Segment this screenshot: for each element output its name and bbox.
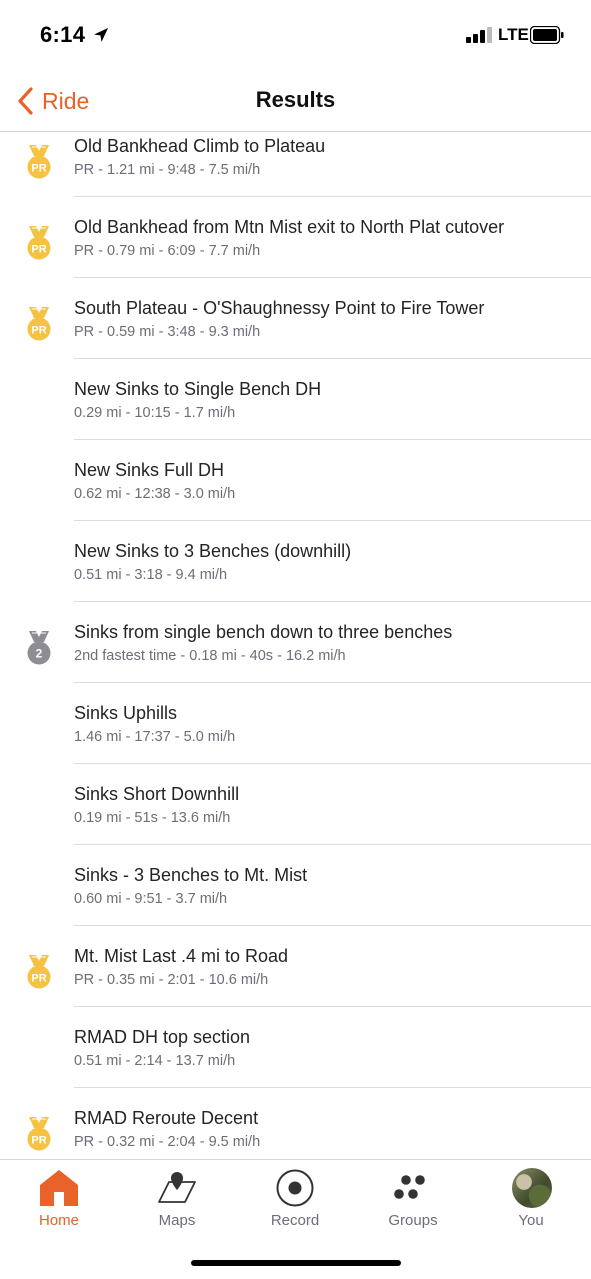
segment-name: Sinks from single bench down to three be…: [74, 622, 453, 642]
navigation-bar: Ride Results: [0, 70, 591, 132]
tab-record-label: Record: [270, 1212, 320, 1229]
segment-row[interactable]: PR Mt. Mist Last .4 mi to Road PR - 0.35 m…: [0, 926, 591, 1007]
svg-text:PR: PR: [31, 325, 46, 337]
record-icon: [276, 1169, 314, 1207]
segment-stats: 0.29 mi - 10:15 - 1.7 mi/h: [74, 405, 236, 421]
segment-name: New Sinks to Single Bench DH: [74, 379, 322, 399]
segment-stats: 0.51 mi - 2:14 - 13.7 mi/h: [74, 1053, 236, 1069]
status-bar: 6:14 LTE: [0, 0, 591, 70]
tab-you[interactable]: You: [481, 1166, 581, 1236]
pr-medal-icon: PR: [27, 226, 51, 260]
segment-name: New Sinks to 3 Benches (downhill): [74, 541, 352, 561]
segment-stats: PR - 0.59 mi - 3:48 - 9.3 mi/h: [74, 324, 261, 340]
location-arrow-icon: [94, 28, 108, 42]
segment-results-list[interactable]: PR Old Bankhead Climb to Plateau PR - 1.21…: [0, 132, 591, 1159]
segment-row[interactable]: 2 Sinks from single bench down to three b…: [0, 602, 591, 683]
tab-maps[interactable]: Maps: [127, 1166, 227, 1236]
segment-name: Old Bankhead from Mtn Mist exit to North…: [74, 217, 505, 237]
segment-row[interactable]: New Sinks to 3 Benches (downhill) 0.51 mi…: [0, 521, 591, 602]
segment-name: Sinks Uphills: [74, 703, 178, 723]
segment-stats: 0.19 mi - 51s - 13.6 mi/h: [74, 810, 231, 826]
segment-row[interactable]: New Sinks Full DH 0.62 mi - 12:38 - 3.0 m…: [0, 440, 591, 521]
home-icon: [40, 1170, 78, 1206]
segment-row[interactable]: Sinks - 3 Benches to Mt. Mist 0.60 mi - 9…: [0, 845, 591, 926]
segment-name: RMAD DH top section: [74, 1027, 251, 1047]
segment-row[interactable]: PR Old Bankhead Climb to Plateau PR - 1.21…: [0, 132, 591, 197]
svg-text:PR: PR: [31, 973, 46, 985]
segment-stats: 0.51 mi - 3:18 - 9.4 mi/h: [74, 567, 228, 583]
tab-record[interactable]: Record: [245, 1166, 345, 1236]
segment-row[interactable]: Sinks Uphills 1.46 mi - 17:37 - 5.0 mi/h: [0, 683, 591, 764]
svg-text:PR: PR: [31, 1135, 46, 1147]
tab-you-label: You: [518, 1212, 544, 1229]
battery-icon: [530, 26, 564, 44]
segment-row[interactable]: RMAD DH top section 0.51 mi - 2:14 - 13.7…: [0, 1007, 591, 1088]
pr-medal-icon: PR: [27, 307, 51, 341]
status-time: 6:14: [40, 22, 86, 47]
segment-row[interactable]: New Sinks to Single Bench DH 0.29 mi - 10…: [0, 359, 591, 440]
segment-stats: PR - 1.21 mi - 9:48 - 7.5 mi/h: [74, 162, 261, 178]
segment-row[interactable]: PR Old Bankhead from Mtn Mist exit to Nor…: [0, 197, 591, 278]
pr-medal-icon: PR: [27, 1117, 51, 1151]
segment-row[interactable]: Sinks Short Downhill 0.19 mi - 51s - 13.6…: [0, 764, 591, 845]
cellular-signal-icon: [466, 27, 492, 43]
segment-name: Mt. Mist Last .4 mi to Road: [74, 946, 289, 966]
maps-icon: [158, 1172, 196, 1203]
tab-maps-label: Maps: [158, 1212, 196, 1229]
pr-medal-icon: PR: [27, 955, 51, 989]
svg-text:PR: PR: [31, 244, 46, 256]
segment-name: South Plateau - O'Shaughnessy Point to F…: [74, 298, 485, 318]
segment-name: Sinks - 3 Benches to Mt. Mist: [74, 865, 308, 885]
groups-icon: [394, 1175, 425, 1199]
silver-medal-icon: 2: [27, 631, 51, 665]
segment-stats: PR - 0.79 mi - 6:09 - 7.7 mi/h: [74, 243, 261, 259]
segment-row[interactable]: PR RMAD Reroute Decent PR - 0.32 mi - 2:04…: [0, 1088, 591, 1159]
segment-row[interactable]: PR South Plateau - O'Shaughnessy Point to…: [0, 278, 591, 359]
network-type: LTE: [498, 25, 529, 44]
svg-text:PR: PR: [31, 163, 46, 175]
segment-name: Old Bankhead Climb to Plateau: [74, 136, 326, 156]
segment-stats: 0.60 mi - 9:51 - 3.7 mi/h: [74, 891, 228, 907]
segment-stats: 2nd fastest time - 0.18 mi - 40s - 16.2 …: [74, 648, 346, 664]
segment-stats: PR - 0.32 mi - 2:04 - 9.5 mi/h: [74, 1134, 261, 1150]
page-title: Results: [255, 87, 336, 112]
tab-home-label: Home: [38, 1212, 79, 1229]
pr-medal-icon: PR: [27, 145, 51, 179]
home-indicator: [191, 1260, 401, 1266]
tab-groups[interactable]: Groups: [363, 1166, 463, 1236]
segment-stats: PR - 0.35 mi - 2:01 - 10.6 mi/h: [74, 972, 269, 988]
tab-groups-label: Groups: [388, 1212, 438, 1229]
segment-name: Sinks Short Downhill: [74, 784, 240, 804]
segment-name: RMAD Reroute Decent: [74, 1108, 259, 1128]
segment-stats: 1.46 mi - 17:37 - 5.0 mi/h: [74, 729, 236, 745]
tab-home[interactable]: Home: [9, 1166, 109, 1236]
segment-stats: 0.62 mi - 12:38 - 3.0 mi/h: [74, 486, 236, 502]
svg-text:2: 2: [36, 647, 43, 661]
avatar: [512, 1168, 552, 1208]
segment-name: New Sinks Full DH: [74, 460, 225, 480]
